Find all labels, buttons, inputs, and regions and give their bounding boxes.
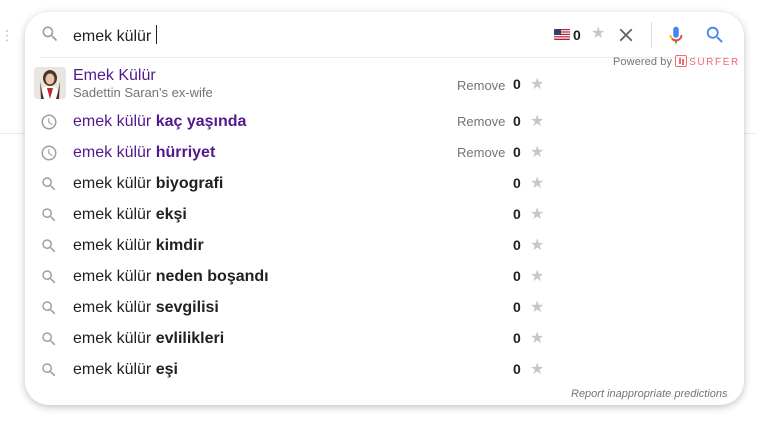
search-suggestion[interactable]: emek külür sevgilisi 0 ★ <box>25 293 744 324</box>
star-icon[interactable]: ★ <box>530 111 544 131</box>
search-volume: 0 <box>513 206 521 222</box>
search-icon <box>40 299 58 317</box>
search-suggestion[interactable]: emek külür neden boşandı 0 ★ <box>25 262 744 293</box>
star-icon[interactable]: ★ <box>530 359 544 379</box>
background-edge-icon: ⋮ <box>0 27 14 43</box>
microphone-icon[interactable] <box>665 23 687 47</box>
search-suggestion[interactable]: emek külür ekşi 0 ★ <box>25 200 744 231</box>
clear-icon[interactable] <box>615 24 637 46</box>
star-icon[interactable]: ★ <box>530 297 544 317</box>
search-icon <box>40 268 58 286</box>
toolbar-divider <box>651 22 652 48</box>
suggestion-text: emek külür evlilikleri <box>73 330 224 348</box>
entity-suggestion[interactable]: Emek Külür Sadettin Saran's ex-wife Remo… <box>25 64 744 104</box>
suggestion-prefix: emek külür <box>73 361 156 378</box>
search-icon <box>40 237 58 255</box>
suggestion-prefix: emek külür <box>73 175 156 192</box>
search-icon <box>40 330 58 348</box>
search-suggestion[interactable]: emek külür evlilikleri 0 ★ <box>25 324 744 355</box>
search-volume: 0 <box>513 330 521 346</box>
search-query-text: emek külür <box>73 28 152 45</box>
suggestion-prefix: emek külür <box>73 144 156 161</box>
entity-thumbnail <box>34 67 66 99</box>
search-icon <box>40 175 58 193</box>
suggestion-prefix: emek külür <box>73 299 156 316</box>
search-volume: 0 <box>513 361 521 377</box>
suggestion-text: emek külür sevgilisi <box>73 299 219 317</box>
suggestion-text: emek külür kaç yaşında <box>73 113 246 131</box>
suggestion-prefix: emek külür <box>73 268 156 285</box>
search-volume: 0 <box>513 175 521 191</box>
suggestion-prefix: emek külür <box>73 206 156 223</box>
suggestion-text: emek külür eşi <box>73 361 178 379</box>
search-suggestion[interactable]: emek külür kimdir 0 ★ <box>25 231 744 262</box>
star-icon[interactable]: ★ <box>530 142 544 162</box>
suggestion-text: emek külür biyografi <box>73 175 223 193</box>
remove-button[interactable]: Remove <box>457 78 505 93</box>
search-icon <box>40 361 58 379</box>
search-volume: 0 <box>513 144 521 160</box>
us-flag-icon <box>554 29 570 40</box>
star-icon[interactable]: ★ <box>530 74 544 94</box>
star-icon[interactable]: ★ <box>591 26 605 42</box>
remove-button[interactable]: Remove <box>457 114 505 129</box>
search-volume: 0 <box>513 268 521 284</box>
star-icon[interactable]: ★ <box>530 204 544 224</box>
suggestion-text: emek külür hürriyet <box>73 144 215 162</box>
suggestion-completion: neden boşandı <box>155 268 269 285</box>
search-suggestion[interactable]: emek külür eşi 0 ★ <box>25 355 744 386</box>
suggestion-prefix: emek külür <box>73 113 156 130</box>
star-icon[interactable]: ★ <box>530 235 544 255</box>
star-icon[interactable]: ★ <box>530 266 544 286</box>
entity-title: Emek Külür <box>73 67 156 84</box>
history-suggestion[interactable]: emek külür hürriyet Remove 0 ★ <box>25 138 744 169</box>
search-suggestion[interactable]: emek külür biyografi 0 ★ <box>25 169 744 200</box>
region-count: 0 <box>573 27 581 43</box>
suggestion-prefix: emek külür <box>73 237 156 254</box>
suggestion-text: emek külür ekşi <box>73 206 187 224</box>
suggestion-completion: kimdir <box>155 237 204 254</box>
suggestion-completion: evlilikleri <box>155 330 225 347</box>
suggestion-completion: biyografi <box>155 175 224 192</box>
remove-button[interactable]: Remove <box>457 145 505 160</box>
suggestion-completion: ekşi <box>155 206 187 223</box>
suggestion-text: emek külür kimdir <box>73 237 204 255</box>
page: ⋮ emek külür 0 ★ Powered by SURFER Emek … <box>0 0 757 426</box>
search-volume: 0 <box>513 237 521 253</box>
entity-subtitle: Sadettin Saran's ex-wife <box>73 85 213 100</box>
search-volume: 0 <box>513 299 521 315</box>
search-volume: 0 <box>513 76 521 92</box>
suggestion-completion: sevgilisi <box>155 299 219 316</box>
search-autocomplete-box: emek külür 0 ★ Powered by SURFER Emek Kü… <box>25 12 744 405</box>
star-icon[interactable]: ★ <box>530 328 544 348</box>
report-predictions-link[interactable]: Report inappropriate predictions <box>571 388 728 400</box>
search-icon <box>40 206 58 224</box>
text-caret <box>156 25 158 44</box>
suggestion-completion: eşi <box>155 361 178 378</box>
search-icon <box>42 26 58 42</box>
clock-icon <box>40 144 58 162</box>
suggestion-text: emek külür neden boşandı <box>73 268 269 286</box>
clock-icon <box>40 113 58 131</box>
search-submit-icon[interactable] <box>704 24 726 46</box>
suggestion-completion: kaç yaşında <box>155 113 247 130</box>
suggestion-completion: hürriyet <box>155 144 216 161</box>
search-bar: emek külür 0 ★ <box>25 12 744 58</box>
star-icon[interactable]: ★ <box>530 173 544 193</box>
search-volume: 0 <box>513 113 521 129</box>
suggestion-prefix: emek külür <box>73 330 156 347</box>
history-suggestion[interactable]: emek külür kaç yaşında Remove 0 ★ <box>25 107 744 138</box>
search-input[interactable]: emek külür <box>73 25 158 47</box>
